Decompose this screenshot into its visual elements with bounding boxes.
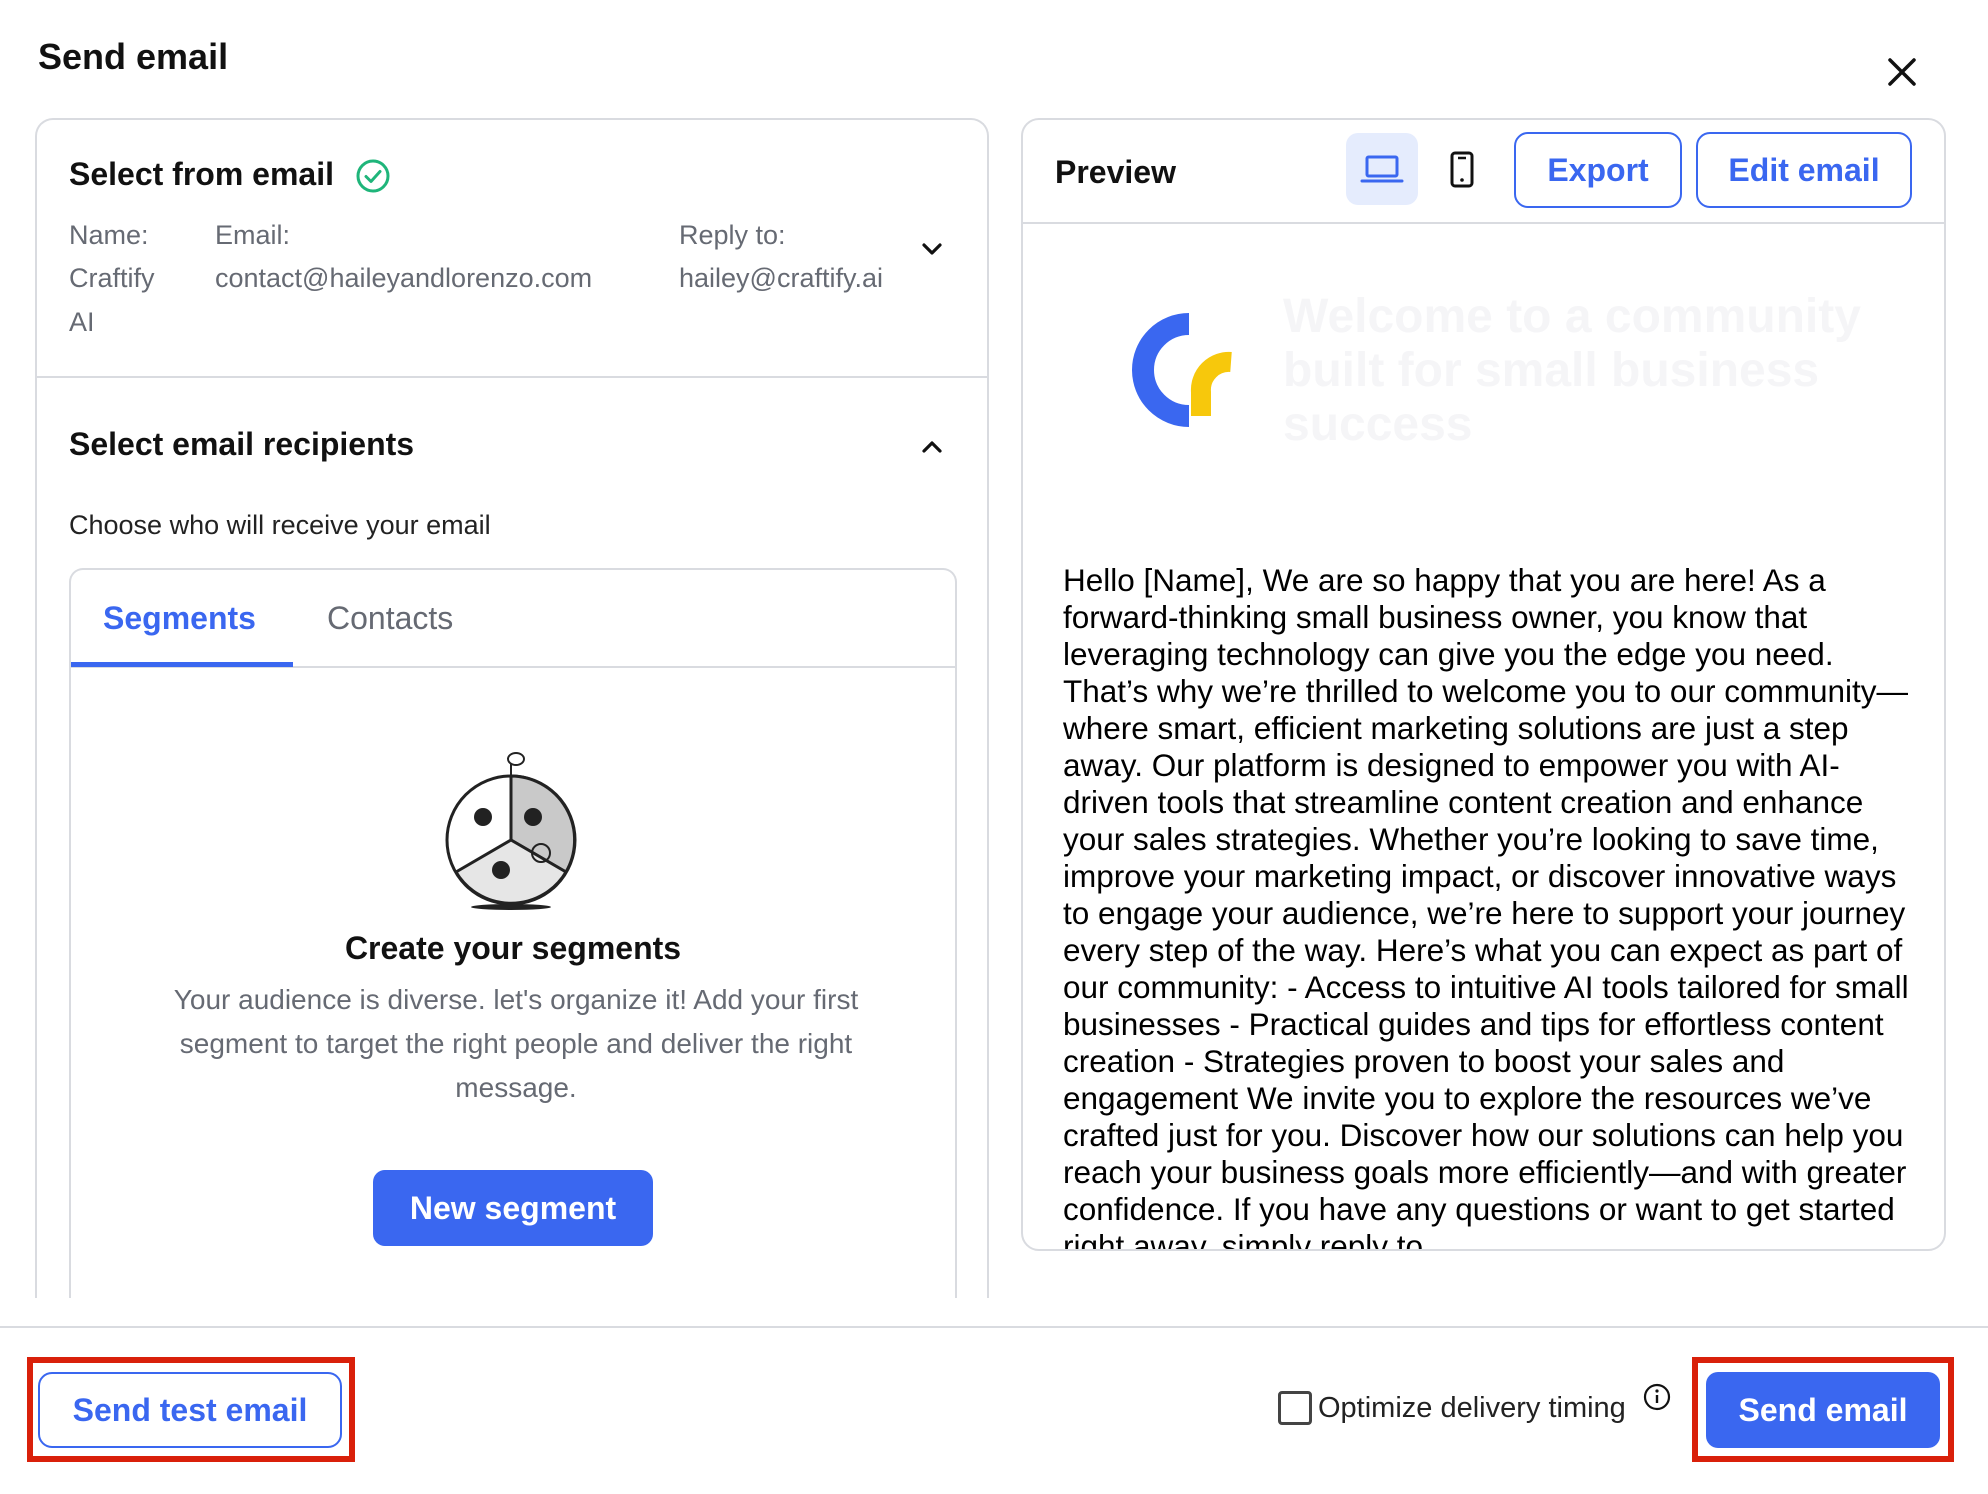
phone-icon — [1450, 151, 1474, 188]
name-value-line1: Craftify — [69, 263, 155, 293]
preview-title: Preview — [1055, 154, 1176, 190]
recipients-tabs-card: Segments Contacts Create your segments Y… — [69, 568, 957, 1298]
empty-state-title: Create your segments — [344, 930, 682, 966]
from-email-title: Select from email — [69, 156, 334, 192]
active-tab-indicator — [71, 662, 293, 667]
mobile-view-button[interactable] — [1426, 133, 1498, 205]
check-circle-icon — [356, 159, 390, 193]
optimize-timing-checkbox[interactable] — [1278, 1391, 1312, 1425]
close-icon[interactable] — [1878, 48, 1926, 96]
info-icon[interactable] — [1642, 1382, 1672, 1412]
test-button-highlight — [27, 1357, 355, 1462]
recipients-subtitle: Choose who will receive your email — [69, 510, 491, 540]
footer-divider — [0, 1326, 1988, 1328]
name-value-line2: AI — [69, 307, 95, 337]
export-button[interactable]: Export — [1514, 132, 1682, 208]
tab-contacts[interactable]: Contacts — [327, 600, 453, 637]
laptop-icon — [1360, 155, 1404, 183]
email-label: Email: — [215, 220, 291, 250]
settings-panel: Select from email Name: Craftify AI Emai… — [35, 118, 989, 1298]
modal-title: Send email — [38, 36, 229, 77]
email-hero-heading: Welcome to a community built for small b… — [1283, 290, 1861, 451]
optimize-timing-label: Optimize delivery timing — [1318, 1392, 1626, 1424]
reply-to-value: hailey@craftify.ai — [679, 263, 883, 293]
preview-panel: Preview Export Edit email Welcome to a c… — [1021, 118, 1946, 1251]
name-label: Name: — [69, 220, 149, 250]
from-email-section: Select from email Name: Craftify AI Emai… — [37, 120, 987, 378]
edit-email-button[interactable]: Edit email — [1696, 132, 1912, 208]
chevron-down-icon[interactable] — [915, 232, 949, 266]
craftify-logo — [1132, 313, 1232, 427]
send-button-highlight — [1692, 1357, 1954, 1462]
recipients-section: Select email recipients Choose who will … — [37, 378, 987, 1298]
reply-to-label: Reply to: — [679, 220, 786, 250]
tabs-bar: Segments Contacts — [71, 570, 955, 668]
email-body-text: Hello [Name], We are so happy that you a… — [1063, 562, 1909, 1251]
new-segment-button[interactable]: New segment — [373, 1170, 653, 1246]
desktop-view-button[interactable] — [1346, 133, 1418, 205]
preview-header: Preview Export Edit email — [1023, 120, 1944, 224]
segments-illustration — [445, 752, 577, 910]
empty-state-description: Your audience is diverse. let's organize… — [173, 984, 859, 1103]
email-preview-body[interactable]: Welcome to a community built for small b… — [1023, 224, 1944, 1251]
recipients-title: Select email recipients — [69, 426, 415, 462]
chevron-up-icon[interactable] — [915, 430, 949, 464]
tab-segments[interactable]: Segments — [103, 600, 256, 637]
email-value: contact@haileyandlorenzo.com — [215, 263, 593, 293]
